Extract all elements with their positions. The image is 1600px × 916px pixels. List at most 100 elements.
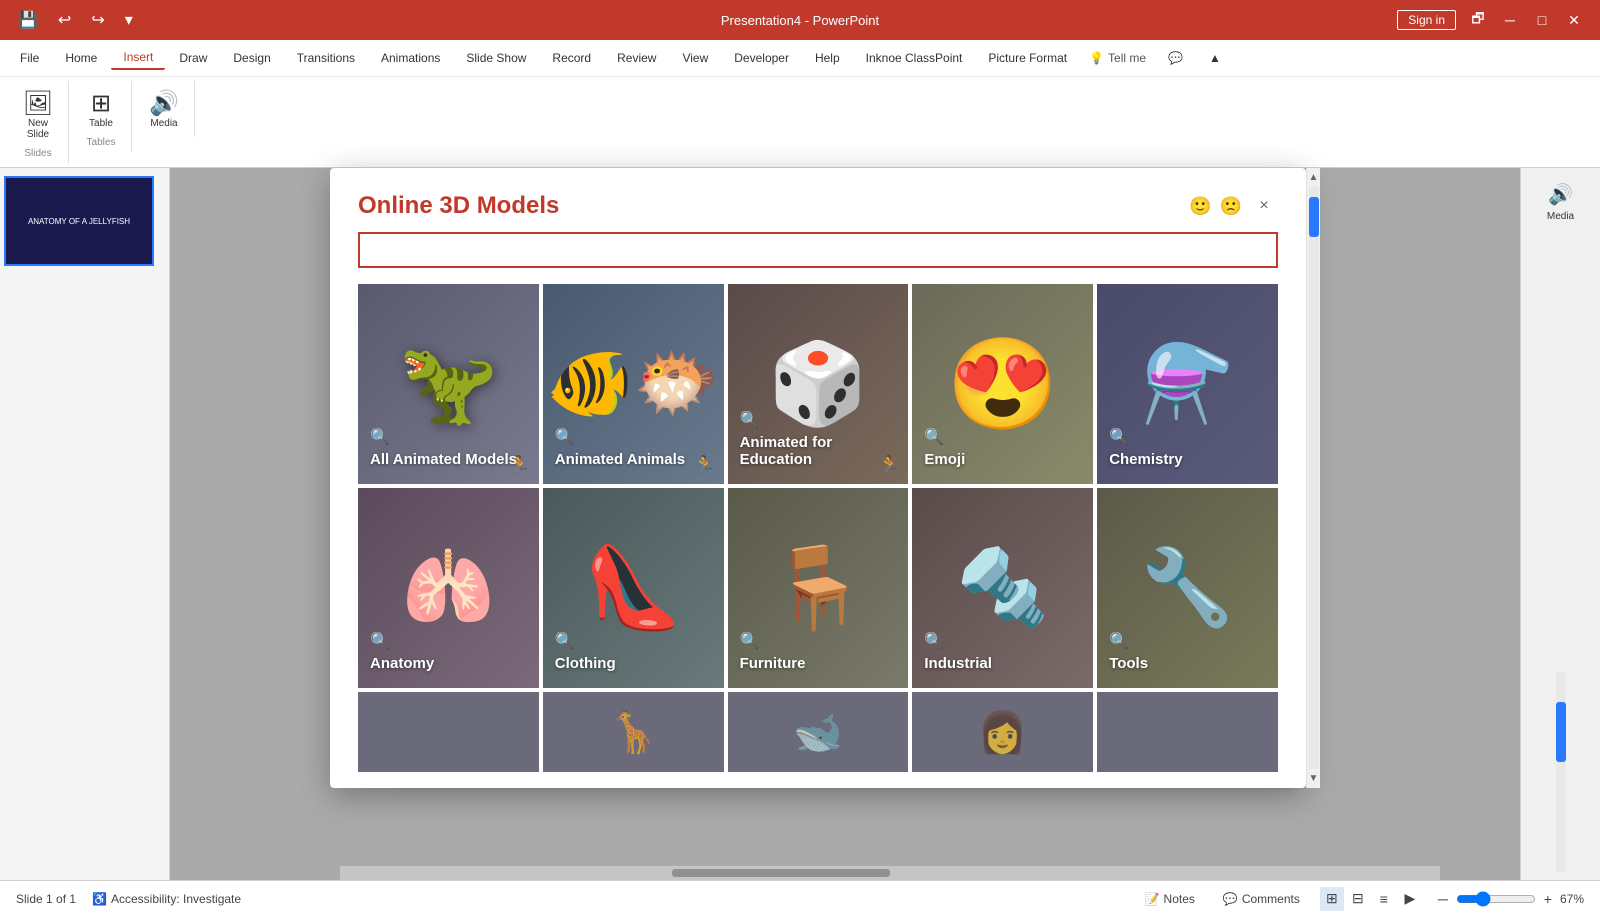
v-scroll-thumb[interactable] [1556,702,1566,762]
zoom-controls: ─ + 67% [1434,891,1584,907]
collapse-ribbon-btn[interactable]: ▲ [1197,47,1233,69]
partial-card-1[interactable] [358,692,539,772]
tell-me-area[interactable]: 💡 Tell me [1081,47,1154,69]
industrial-emoji: 🔩 [956,544,1049,632]
thumbs-down-icon[interactable]: 🙁 [1220,196,1242,217]
search-input[interactable] [358,232,1278,268]
card-name-furniture: Furniture [740,655,897,672]
dino-emoji: 🦖 [399,337,499,431]
table-icon: ⊞ [91,89,111,118]
model-grid-row1: 🦖 🔍 All Animated Models 🏃 [358,284,1278,484]
canvas-area: Online 3D Models 🙂 🙁 × [170,168,1520,880]
dialog-body: 🦖 🔍 All Animated Models 🏃 [330,284,1306,788]
tab-animations[interactable]: Animations [369,47,452,69]
clothing-emoji: 👠 [583,541,683,635]
category-card-emoji[interactable]: 😍 🔍 Emoji [912,284,1093,484]
thumbs-up-icon[interactable]: 🙂 [1189,196,1211,217]
card-label-emoji: 🔍 Emoji [912,419,1093,484]
tab-home[interactable]: Home [53,47,109,69]
tab-picture-format[interactable]: Picture Format [976,47,1079,69]
partial-card-5[interactable] [1097,692,1278,772]
tab-slideshow[interactable]: Slide Show [454,47,538,69]
partial-card-2[interactable]: 🦒 [543,692,724,772]
dialog-scrollbar[interactable]: ▲ ▼ [1306,168,1320,788]
dialog: Online 3D Models 🙂 🙁 × [330,168,1306,788]
ribbon-tabs: File Home Insert Draw Design Transitions… [0,40,1600,76]
right-scroll-area [1556,672,1566,872]
slide-content-text: ANATOMY OF A JELLYFISH [24,213,134,230]
redo-icon[interactable]: ↪ [85,8,110,32]
scroll-thumb[interactable] [1309,197,1319,237]
dialog-header-controls: 🙂 🙁 × [1189,192,1278,220]
scroll-down-button[interactable]: ▼ [1307,771,1321,786]
minimize-icon[interactable]: ─ [1496,6,1524,34]
slide-sorter-icon[interactable]: ⊟ [1346,887,1370,911]
card-label-furniture: 🔍 Furniture [728,623,909,688]
table-group: ⊞ Table Tables [71,81,132,152]
lightbulb-icon: 💡 [1089,51,1104,65]
model-grid-row3-partial: 🦒 🐋 👩 [358,692,1278,772]
search-icon-anatomy: 🔍 [370,631,527,651]
category-card-tools[interactable]: 🔧 🔍 Tools [1097,488,1278,688]
accessibility-area[interactable]: ♿ Accessibility: Investigate [92,892,241,906]
tab-design[interactable]: Design [221,47,282,69]
category-card-all-animated[interactable]: 🦖 🔍 All Animated Models 🏃 [358,284,539,484]
model-grid-row2: 🫁 🔍 Anatomy 👠 [358,488,1278,688]
partial-card-4[interactable]: 👩 [912,692,1093,772]
normal-view-icon[interactable]: ⊞ [1320,887,1344,911]
partial-card-3[interactable]: 🐋 [728,692,909,772]
media-right-button[interactable]: 🔊 Media [1526,176,1596,228]
dialog-close-button[interactable]: × [1250,192,1278,220]
tab-review[interactable]: Review [605,47,668,69]
zoom-slider[interactable] [1456,891,1536,907]
titlebar-left: 💾 ↩ ↪ ▾ [12,8,139,32]
slide-thumbnail[interactable]: ANATOMY OF A JELLYFISH [4,176,154,266]
sign-in-button[interactable]: Sign in [1397,10,1456,30]
category-card-education[interactable]: 🎲 🔍 Animated for Education 🏃 [728,284,909,484]
category-card-industrial[interactable]: 🔩 🔍 Industrial [912,488,1093,688]
titlebar-right: Sign in 🗗 ─ □ ✕ [1397,6,1588,34]
restore-window-icon[interactable]: 🗗 [1464,6,1492,34]
comments-ribbon-btn[interactable]: 💬 [1156,47,1195,69]
zoom-in-button[interactable]: + [1540,891,1556,907]
v-scroll-track [1556,672,1566,872]
tab-file[interactable]: File [8,47,51,69]
tab-view[interactable]: View [670,47,720,69]
close-icon[interactable]: ✕ [1560,6,1588,34]
category-card-anatomy[interactable]: 🫁 🔍 Anatomy [358,488,539,688]
category-card-furniture[interactable]: 🪑 🔍 Furniture [728,488,909,688]
tab-developer[interactable]: Developer [722,47,801,69]
tab-inknoe[interactable]: Inknoe ClassPoint [854,47,975,69]
reading-view-icon[interactable]: ≡ [1372,887,1396,911]
tab-record[interactable]: Record [540,47,603,69]
dialog-title: Online 3D Models [358,192,559,220]
tab-insert[interactable]: Insert [111,46,165,70]
notes-button[interactable]: 📝 Notes [1137,889,1203,909]
category-card-chemistry[interactable]: ⚗️ 🔍 Chemistry [1097,284,1278,484]
save-icon[interactable]: 💾 [12,8,44,32]
notes-label: Notes [1164,892,1195,906]
slideshow-view-icon[interactable]: ▶ [1398,887,1422,911]
partial-card-4-content: 👩 [912,692,1093,772]
media-icon: 🔊 [149,89,179,118]
card-name-industrial: Industrial [924,655,1081,672]
tab-draw[interactable]: Draw [167,47,219,69]
search-icon-all-animated: 🔍 [370,427,527,447]
zoom-out-button[interactable]: ─ [1434,891,1452,907]
category-card-animated-animals[interactable]: 🐠🐡 🔍 Animated Animals 🏃 [543,284,724,484]
scroll-up-button[interactable]: ▲ [1307,170,1321,185]
customize-icon[interactable]: ▾ [119,8,139,32]
zoom-level-label: 67% [1560,892,1584,906]
tab-transitions[interactable]: Transitions [285,47,367,69]
media-button[interactable]: 🔊 Media [142,85,186,133]
furniture-emoji: 🪑 [768,541,868,635]
undo-icon[interactable]: ↩ [52,8,77,32]
table-button[interactable]: ⊞ Table [79,85,123,133]
slide-count-label: Slide 1 of 1 [16,892,76,906]
comments-button[interactable]: 💬 Comments [1215,889,1308,909]
slides-group-label: Slides [24,148,51,159]
maximize-icon[interactable]: □ [1528,6,1556,34]
tab-help[interactable]: Help [803,47,852,69]
category-card-clothing[interactable]: 👠 🔍 Clothing [543,488,724,688]
new-slide-button[interactable]: 🖼 NewSlide [16,85,60,144]
